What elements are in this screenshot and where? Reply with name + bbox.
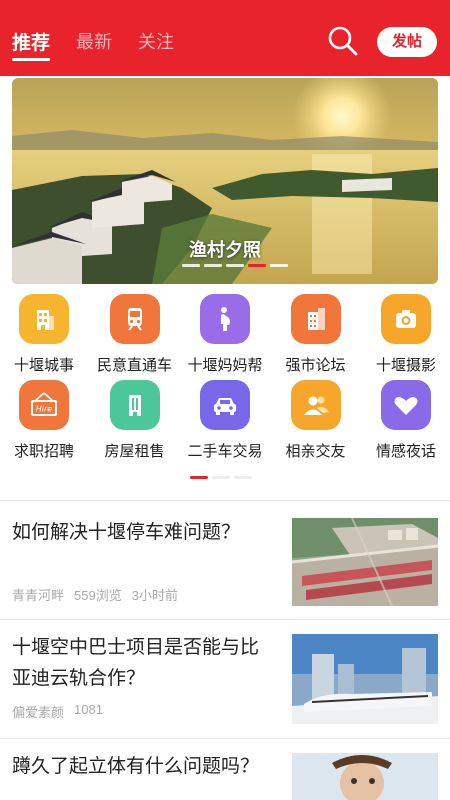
banner-dot <box>270 264 288 267</box>
banner-dot-active <box>248 264 266 267</box>
aerial-parking-lot-image <box>292 518 438 606</box>
category-pagination <box>190 476 252 479</box>
category-photography[interactable]: 十堰摄影 <box>362 294 450 380</box>
hire-sign-icon: Hire <box>19 380 69 430</box>
feed-item-meta: 偏爱素颜 1081 <box>12 702 103 721</box>
banner-dot <box>226 264 244 267</box>
feed-item-time: 3小时前 <box>131 588 178 603</box>
city-building-icon <box>19 294 69 344</box>
feed-tabs: 推荐 最新 关注 <box>12 28 174 61</box>
banner-carousel[interactable]: 渔村夕照 <box>12 78 438 284</box>
house-building-icon <box>109 380 160 430</box>
feed-item-author: 偏爱素颜 <box>12 705 65 720</box>
feed-item[interactable]: 如何解决十堰停车难问题？ 青青河畔 559浏览 3小时前 <box>0 501 450 619</box>
category-jobs[interactable]: Hire 求职招聘 <box>0 380 88 466</box>
banner-dot <box>182 264 200 267</box>
grid-page-dot <box>234 476 252 479</box>
category-mothers[interactable]: 十堰妈妈帮 <box>181 294 269 380</box>
top-bar: 推荐 最新 关注 发帖 <box>0 0 450 76</box>
category-forum[interactable]: 强市论坛 <box>272 294 360 380</box>
category-emotion-talk[interactable]: 情感夜话 <box>362 380 450 466</box>
pregnant-mother-icon <box>200 294 250 344</box>
tab-latest[interactable]: 最新 <box>76 28 112 58</box>
feed-item[interactable]: 蹲久了起立体有什么问题吗？ <box>0 739 450 800</box>
feed-item[interactable]: 十堰空中巴士项目是否能与比亚迪云轨合作？ 偏爱素颜 1081 <box>0 620 450 738</box>
cartoon-figure-image <box>292 753 438 800</box>
feed-item-views: 559浏览 <box>74 588 122 603</box>
office-building-icon <box>290 294 341 344</box>
car-icon <box>200 380 250 430</box>
feed-item-meta: 青青河畔 559浏览 3小时前 <box>12 585 178 604</box>
search-icon[interactable] <box>326 24 360 58</box>
tab-following[interactable]: 关注 <box>138 28 174 58</box>
feed-item-title: 十堰空中巴士项目是否能与比亚迪云轨合作？ <box>12 637 260 689</box>
svg-text:Hire: Hire <box>36 405 53 414</box>
category-city-affairs[interactable]: 十堰城事 <box>0 294 88 380</box>
feed-item-title: 如何解决十堰停车难问题？ <box>12 522 241 543</box>
train-icon <box>109 294 160 344</box>
active-tab-indicator <box>12 58 51 61</box>
grid-page-dot-active <box>190 476 208 479</box>
monorail-train-image <box>292 634 438 724</box>
category-used-cars[interactable]: 二手车交易 <box>181 380 269 466</box>
grid-page-dot <box>212 476 230 479</box>
feed-item-views: 1081 <box>74 702 103 717</box>
category-dating[interactable]: 相亲交友 <box>272 380 360 466</box>
banner-caption: 渔村夕照 <box>189 240 261 260</box>
category-grid: 十堰城事 民意直通车 十堰妈妈帮 强市论坛 十堰摄影 Hire 求职招聘 房屋租… <box>0 294 450 479</box>
tab-recommended[interactable]: 推荐 <box>12 28 51 61</box>
feed-item-title: 蹲久了起立体有什么问题吗？ <box>12 756 260 777</box>
banner-dot <box>204 264 222 267</box>
feed-item-author: 青青河畔 <box>12 588 65 603</box>
category-housing[interactable]: 房屋租售 <box>91 380 179 466</box>
heart-icon <box>381 380 431 430</box>
post-button[interactable]: 发帖 <box>377 27 437 57</box>
camera-icon <box>381 294 431 344</box>
friends-icon <box>290 380 341 430</box>
category-public-opinion[interactable]: 民意直通车 <box>91 294 179 380</box>
banner-pagination <box>182 264 288 267</box>
